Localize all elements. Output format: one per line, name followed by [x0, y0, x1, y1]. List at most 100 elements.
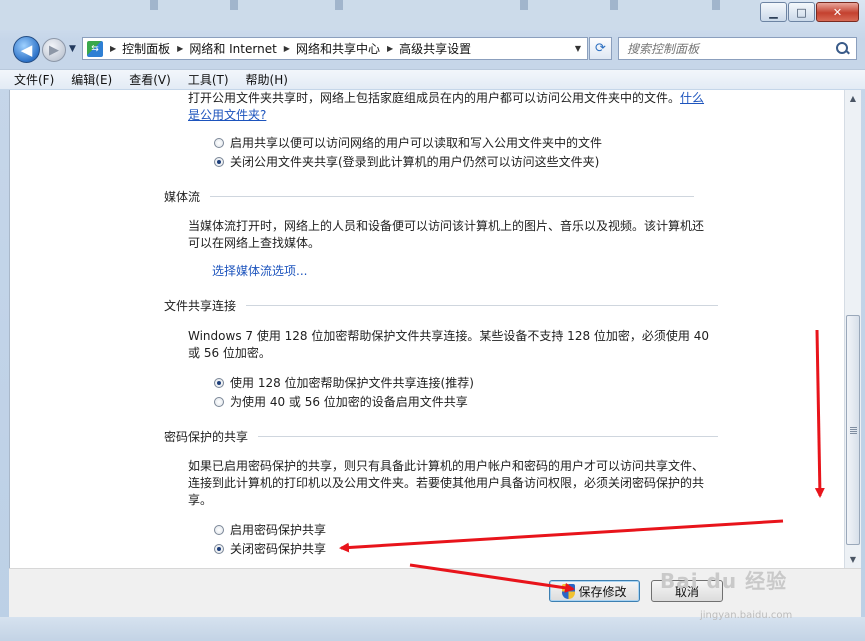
what-is-public-folder-link[interactable]: 是公用文件夹?	[188, 108, 266, 122]
option-label: 启用共享以便可以访问网络的用户可以读取和写入公用文件夹中的文件	[230, 136, 603, 150]
description-line: 享。	[188, 493, 213, 507]
menu-view[interactable]: 查看(V)	[129, 71, 171, 88]
breadcrumb-label: 网络和 Internet	[189, 42, 277, 56]
breadcrumb-control-panel[interactable]: 控制面板 ▶	[122, 40, 189, 57]
chevron-right-icon: ▶	[283, 44, 290, 53]
menu-file[interactable]: 文件(F)	[14, 71, 54, 88]
breadcrumb-network-internet[interactable]: 网络和 Internet ▶	[189, 40, 296, 57]
search-input[interactable]	[625, 40, 835, 57]
forward-arrow-icon: ▶	[49, 42, 59, 58]
watermark-brand: Bai du 经验	[660, 569, 788, 593]
menu-help[interactable]: 帮助(H)	[246, 71, 288, 88]
description-line: 可以在网络上查找媒体。	[188, 236, 321, 250]
address-dropdown-icon[interactable]: ▼	[575, 44, 581, 53]
baidu-jingyan-watermark: Bai du 经验	[660, 565, 787, 594]
media-streaming-section-header: 媒体流	[164, 188, 695, 205]
minimize-button[interactable]: ▁	[760, 2, 787, 22]
control-panel-window: ▁ □ ✕ ◀ ▶ ▼ ⇆ ▶ 控制面板 ▶ 网络和 Internet ▶ 网络…	[0, 0, 865, 641]
radio-button[interactable]	[214, 396, 224, 407]
what-is-public-folder-link[interactable]: 什么	[680, 91, 704, 105]
scrollbar-thumb[interactable]	[846, 315, 860, 545]
password-protected-sharing-section-header: 密码保护的共享	[164, 428, 719, 445]
description-line: 连接到此计算机的打印机以及公用文件夹。若要使其他用户具备访问权限，必须关闭密码保…	[188, 476, 705, 490]
menu-edit[interactable]: 编辑(E)	[71, 71, 112, 88]
radio-button[interactable]	[214, 524, 224, 535]
scroll-down-icon[interactable]: ▼	[845, 551, 861, 567]
search-box[interactable]	[618, 37, 857, 60]
section-title: 文件共享连接	[164, 299, 237, 313]
back-button[interactable]: ◀	[13, 36, 40, 63]
refresh-icon: ⟳	[595, 41, 606, 56]
encryption-40-56-option[interactable]: 为使用 40 或 56 位加密的设备启用文件共享	[214, 393, 468, 410]
watermark-url: jingyan.baidu.com	[700, 610, 793, 621]
chevron-right-icon: ▶	[386, 44, 394, 53]
section-divider	[210, 196, 695, 197]
breadcrumb-advanced-sharing[interactable]: 高级共享设置	[399, 40, 471, 57]
uac-shield-icon	[562, 583, 576, 599]
radio-button-selected[interactable]	[214, 543, 224, 554]
choose-media-streaming-options-link[interactable]: 选择媒体流选项...	[212, 264, 307, 278]
public-folder-text: 打开公用文件夹共享时，网络上包括家庭组成员在内的用户都可以访问公用文件夹中的文件…	[188, 91, 681, 105]
background-fragment	[610, 0, 618, 10]
breadcrumb-label: 控制面板	[122, 42, 171, 56]
chevron-right-icon: ▶	[177, 44, 184, 53]
maximize-button[interactable]: □	[788, 2, 815, 22]
scroll-up-icon[interactable]: ▲	[845, 90, 861, 106]
media-streaming-description: 当媒体流打开时，网络上的人员和设备便可以访问该计算机上的图片、音乐以及视频。该计…	[188, 218, 728, 252]
grip-line	[850, 433, 857, 434]
vertical-scrollbar[interactable]: ▲ ▼	[844, 90, 861, 568]
navigation-bar: ◀ ▶ ▼ ⇆ ▶ 控制面板 ▶ 网络和 Internet ▶ 网络和共享中心 …	[0, 32, 865, 68]
section-title: 密码保护的共享	[164, 430, 249, 444]
password-protected-sharing-description: 如果已启用密码保护的共享，则只有具备此计算机的用户帐户和密码的用户才可以访问共享…	[188, 458, 728, 509]
public-folder-link-line: 是公用文件夹?	[188, 107, 266, 124]
close-button[interactable]: ✕	[816, 2, 859, 22]
chevron-right-icon: ▶	[110, 44, 117, 53]
background-fragment	[335, 0, 343, 10]
grip-line	[850, 431, 857, 432]
description-line: 当媒体流打开时，网络上的人员和设备便可以访问该计算机上的图片、音乐以及视频。该计…	[188, 219, 705, 233]
history-dropdown-icon[interactable]: ▼	[69, 44, 76, 54]
breadcrumb-label: 高级共享设置	[399, 42, 472, 56]
back-arrow-icon: ◀	[20, 40, 33, 59]
description-line: 或 56 位加密。	[188, 346, 271, 360]
background-fragment	[150, 0, 158, 10]
radio-button-selected[interactable]	[214, 377, 224, 388]
background-window-strip	[0, 0, 760, 30]
breadcrumb-network-sharing-center[interactable]: 网络和共享中心 ▶	[296, 40, 399, 57]
background-fragment	[712, 0, 720, 10]
background-fragment	[520, 0, 528, 10]
public-sharing-disable-option[interactable]: 关闭公用文件夹共享(登录到此计算机的用户仍然可以访问这些文件夹)	[214, 153, 599, 170]
option-label: 关闭密码保护共享	[230, 542, 327, 556]
address-bar[interactable]: ⇆ ▶ 控制面板 ▶ 网络和 Internet ▶ 网络和共享中心 ▶ 高级共享…	[82, 37, 588, 60]
option-label: 使用 128 位加密帮助保护文件共享连接(推荐)	[230, 376, 474, 390]
option-label: 启用密码保护共享	[230, 523, 327, 537]
public-folder-description: 打开公用文件夹共享时，网络上包括家庭组成员在内的用户都可以访问公用文件夹中的文件…	[188, 90, 708, 107]
menu-bar: 文件(F) 编辑(E) 查看(V) 工具(T) 帮助(H)	[0, 69, 865, 89]
search-icon[interactable]	[835, 41, 851, 57]
media-streaming-options-link-row: 选择媒体流选项...	[212, 263, 307, 280]
description-line: Windows 7 使用 128 位加密帮助保护文件共享连接。某些设备不支持 1…	[188, 329, 709, 343]
description-line: 如果已启用密码保护的共享，则只有具备此计算机的用户帐户和密码的用户才可以访问共享…	[188, 459, 705, 473]
password-sharing-disable-option[interactable]: 关闭密码保护共享	[214, 540, 326, 557]
refresh-button[interactable]: ⟳	[589, 37, 612, 60]
encryption-128-option[interactable]: 使用 128 位加密帮助保护文件共享连接(推荐)	[214, 374, 474, 391]
file-sharing-connections-description: Windows 7 使用 128 位加密帮助保护文件共享连接。某些设备不支持 1…	[188, 328, 728, 362]
radio-button[interactable]	[214, 137, 224, 148]
grip-line	[850, 427, 857, 428]
section-divider	[246, 305, 719, 306]
save-changes-button[interactable]: 保存修改	[549, 580, 640, 602]
forward-button[interactable]: ▶	[42, 38, 66, 62]
breadcrumb-root-chevron[interactable]: ▶	[103, 44, 122, 53]
menu-tools[interactable]: 工具(T)	[188, 71, 229, 88]
save-changes-label: 保存修改	[578, 584, 627, 599]
public-sharing-enable-option[interactable]: 启用共享以便可以访问网络的用户可以读取和写入公用文件夹中的文件	[214, 134, 602, 151]
option-label: 为使用 40 或 56 位加密的设备启用文件共享	[230, 395, 468, 409]
network-icon: ⇆	[87, 40, 103, 57]
file-sharing-connections-section-header: 文件共享连接	[164, 297, 719, 314]
radio-button-selected[interactable]	[214, 156, 224, 167]
background-fragment	[230, 0, 238, 10]
breadcrumb-label: 网络和共享中心	[295, 42, 380, 56]
password-sharing-enable-option[interactable]: 启用密码保护共享	[214, 521, 326, 538]
window-caption-buttons: ▁ □ ✕	[759, 2, 859, 22]
section-divider	[258, 436, 719, 437]
